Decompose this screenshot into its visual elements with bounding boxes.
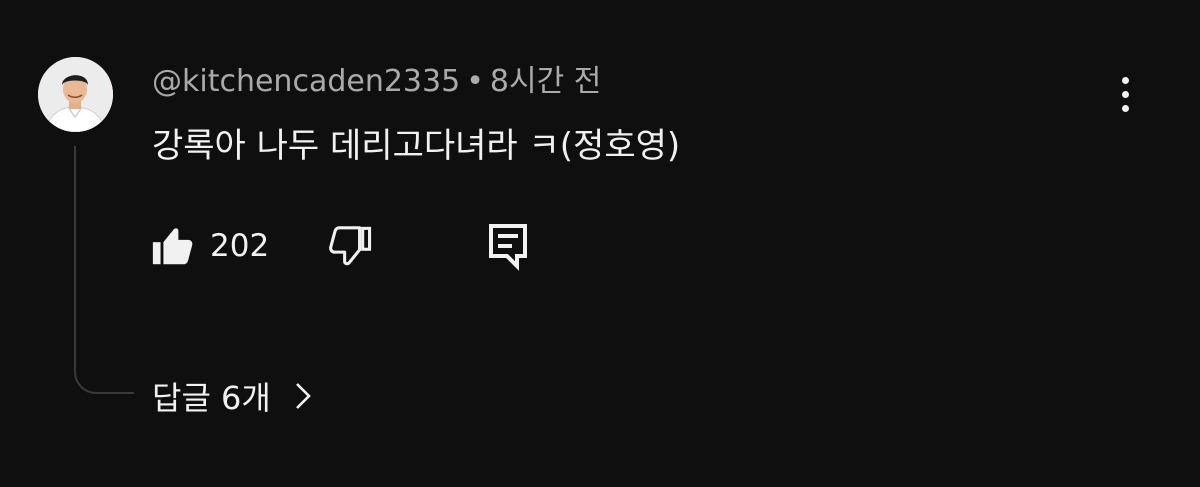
more-vert-icon-dot <box>1121 90 1129 98</box>
author-handle[interactable]: @kitchencaden2335 <box>152 64 460 99</box>
more-options-button[interactable] <box>1108 70 1142 118</box>
more-vert-icon-dot <box>1121 104 1129 112</box>
reply-thread-line <box>74 146 134 394</box>
reply-button[interactable] <box>484 220 532 272</box>
comment-text: 강록아 나두 데리고다녀라 ㅋ(정호영) <box>152 126 681 166</box>
comment-meta: @kitchencaden2335 • 8시간 전 <box>152 62 601 102</box>
avatar-photo <box>38 57 113 132</box>
comment-reply-icon <box>489 224 527 271</box>
chevron-right-icon <box>293 380 313 412</box>
dislike-button[interactable] <box>326 222 374 270</box>
like-button[interactable]: 202 <box>150 222 269 270</box>
thumb-down-icon <box>329 226 372 266</box>
thumb-up-icon <box>152 228 193 265</box>
meta-separator: • <box>466 64 484 99</box>
avatar[interactable] <box>38 57 113 132</box>
replies-label: 답글 6개 <box>152 379 271 417</box>
like-count: 202 <box>210 228 270 264</box>
comment-thread: @kitchencaden2335 • 8시간 전 강록아 나두 데리고다녀라 ㅋ(… <box>0 0 1200 487</box>
comment-time[interactable]: 8시간 전 <box>490 64 601 99</box>
more-vert-icon <box>1121 76 1129 84</box>
view-replies-button[interactable]: 답글 6개 <box>152 372 313 420</box>
